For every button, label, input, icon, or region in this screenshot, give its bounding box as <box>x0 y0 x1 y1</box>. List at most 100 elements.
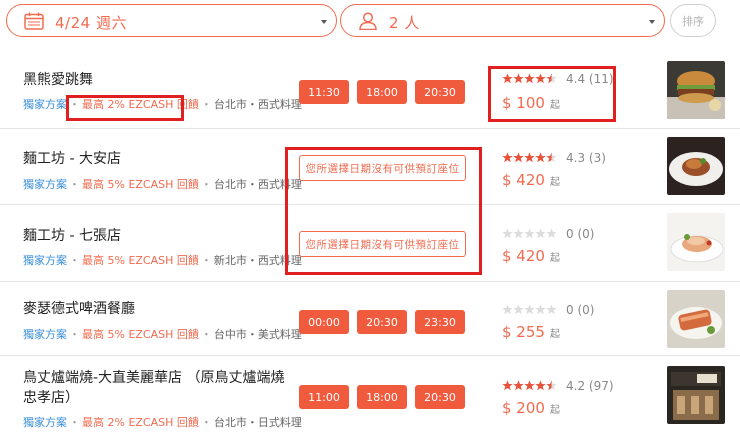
cashback-tag: 最高 5% EZCASH 回饋 <box>82 178 199 191</box>
price: $ 420 起 <box>502 171 560 189</box>
star-icon <box>513 152 524 163</box>
time-slot-button[interactable]: 11:00 <box>299 385 349 409</box>
chevron-down-icon <box>321 20 327 24</box>
restaurant-row[interactable]: 麵工坊 - 大安店 獨家方案・最高 5% EZCASH 回饋・台北市・西式料理 … <box>0 129 740 205</box>
restaurant-row[interactable]: 麵工坊 - 七張店 獨家方案・最高 5% EZCASH 回饋・新北市・西式料理 … <box>0 205 740 282</box>
restaurant-name[interactable]: 鳥丈爐端燒-大直美麗華店 （原鳥丈爐端燒 忠孝店） <box>23 368 285 408</box>
price: $ 420 起 <box>502 247 560 265</box>
restaurant-name[interactable]: 麵工坊 - 七張店 <box>23 226 121 246</box>
star-icon <box>513 228 524 239</box>
restaurant-photo[interactable] <box>667 213 725 271</box>
star-icon <box>502 304 513 315</box>
star-icon <box>535 380 546 391</box>
restaurant-name[interactable]: 麵工坊 - 大安店 <box>23 149 121 169</box>
star-icon <box>502 152 513 163</box>
restaurant-name[interactable]: 黑熊愛跳舞 <box>23 70 93 90</box>
cashback-tag: 最高 2% EZCASH 回饋 <box>82 98 199 111</box>
star-rating <box>502 304 557 318</box>
star-icon <box>502 73 513 84</box>
price: $ 100 起 <box>502 94 560 112</box>
restaurant-photo[interactable] <box>667 137 725 195</box>
time-slot-button[interactable]: 23:30 <box>415 310 465 334</box>
rating-count: 4.4 (11) <box>566 72 614 86</box>
star-icon <box>546 152 557 163</box>
date-value: 4/24 週六 <box>55 14 127 32</box>
price-suffix: 起 <box>549 329 560 340</box>
time-slot-button[interactable]: 18:00 <box>357 80 407 104</box>
star-icon <box>524 73 535 84</box>
chevron-down-icon <box>649 20 655 24</box>
no-availability-notice: 您所選擇日期沒有可供預訂座位 <box>299 231 466 257</box>
star-icon <box>502 228 513 239</box>
time-slot-button[interactable]: 20:30 <box>415 80 465 104</box>
star-icon <box>535 228 546 239</box>
location-cuisine: 台北市・日式料理 <box>213 416 302 429</box>
time-slot-button[interactable]: 00:00 <box>299 310 349 334</box>
restaurant-photo[interactable] <box>667 290 725 348</box>
star-icon <box>535 73 546 84</box>
time-slot-button[interactable]: 20:30 <box>357 310 407 334</box>
price-value: $ 200 <box>502 399 545 417</box>
price: $ 255 起 <box>502 323 560 341</box>
restaurant-photo[interactable] <box>667 366 725 424</box>
restaurant-photo[interactable] <box>667 61 725 119</box>
cashback-tag: 最高 5% EZCASH 回饋 <box>82 328 199 341</box>
restaurant-name-line: 忠孝店） <box>23 390 79 406</box>
restaurant-meta: 獨家方案・最高 5% EZCASH 回饋・新北市・西式料理 <box>23 254 302 267</box>
restaurant-name[interactable]: 麥瑟德式啤酒餐廳 <box>23 299 135 319</box>
restaurant-row[interactable]: 鳥丈爐端燒-大直美麗華店 （原鳥丈爐端燒 忠孝店） 獨家方案・最高 2% EZC… <box>0 356 740 434</box>
rating-count: 0 (0) <box>566 227 595 241</box>
no-availability-notice: 您所選擇日期沒有可供預訂座位 <box>299 155 466 181</box>
cashback-tag: 最高 2% EZCASH 回饋 <box>82 416 199 429</box>
price-suffix: 起 <box>549 177 560 188</box>
price-value: $ 420 <box>502 171 545 189</box>
restaurant-meta: 獨家方案・最高 2% EZCASH 回饋・台北市・日式料理 <box>23 416 302 429</box>
restaurant-meta: 獨家方案・最高 5% EZCASH 回饋・台中市・美式料理 <box>23 328 302 341</box>
price-value: $ 255 <box>502 323 545 341</box>
time-slot-button[interactable]: 20:30 <box>415 385 465 409</box>
restaurant-meta: 獨家方案・最高 2% EZCASH 回饋・台北市・西式料理 <box>23 98 302 111</box>
exclusive-tag: 獨家方案 <box>23 416 67 429</box>
star-rating <box>502 152 557 166</box>
exclusive-tag: 獨家方案 <box>23 254 67 267</box>
time-slot-button[interactable]: 11:30 <box>299 80 349 104</box>
star-icon <box>524 304 535 315</box>
star-icon <box>524 152 535 163</box>
restaurant-meta: 獨家方案・最高 5% EZCASH 回饋・台北市・西式料理 <box>23 178 302 191</box>
rating-count: 4.2 (97) <box>566 379 614 393</box>
star-icon <box>513 304 524 315</box>
people-picker[interactable]: 2 人 <box>340 4 665 37</box>
star-icon <box>535 152 546 163</box>
price-value: $ 100 <box>502 94 545 112</box>
location-cuisine: 新北市・西式料理 <box>213 254 302 267</box>
star-rating <box>502 228 557 242</box>
star-icon <box>546 228 557 239</box>
sort-button[interactable]: 排序 <box>670 4 716 37</box>
location-cuisine: 台中市・美式料理 <box>213 328 302 341</box>
cashback-tag: 最高 5% EZCASH 回饋 <box>82 254 199 267</box>
restaurant-row[interactable]: 黑熊愛跳舞 獨家方案・最高 2% EZCASH 回饋・台北市・西式料理 11:3… <box>0 53 740 129</box>
date-picker[interactable]: 4/24 週六 <box>6 4 337 37</box>
star-icon <box>513 380 524 391</box>
star-rating <box>502 380 557 394</box>
price-suffix: 起 <box>549 253 560 264</box>
calendar-icon <box>24 12 44 30</box>
restaurant-row[interactable]: 麥瑟德式啤酒餐廳 獨家方案・最高 5% EZCASH 回饋・台中市・美式料理 0… <box>0 282 740 356</box>
star-icon <box>535 304 546 315</box>
price-suffix: 起 <box>549 405 560 416</box>
exclusive-tag: 獨家方案 <box>23 328 67 341</box>
star-icon <box>546 73 557 84</box>
people-value: 2 人 <box>389 14 420 32</box>
restaurant-name-line: 鳥丈爐端燒-大直美麗華店 （原鳥丈爐端燒 <box>23 370 285 386</box>
rating-count: 0 (0) <box>566 303 595 317</box>
person-icon <box>359 12 377 30</box>
exclusive-tag: 獨家方案 <box>23 98 67 111</box>
rating-count: 4.3 (3) <box>566 151 606 165</box>
time-slot-button[interactable]: 18:00 <box>357 385 407 409</box>
star-rating <box>502 73 557 87</box>
filter-bar: 4/24 週六 2 人 排序 <box>0 0 740 44</box>
price-value: $ 420 <box>502 247 545 265</box>
star-icon <box>546 304 557 315</box>
exclusive-tag: 獨家方案 <box>23 178 67 191</box>
star-icon <box>502 380 513 391</box>
